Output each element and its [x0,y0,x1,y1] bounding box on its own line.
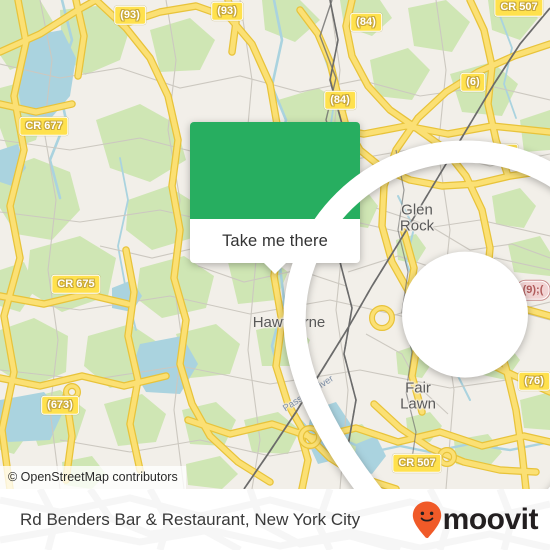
card-footer: Rd Benders Bar & Restaurant, New York Ci… [0,489,550,550]
road-shield: (93) [114,5,146,25]
road-shield: CR 507 [494,0,544,17]
road-shield: (673) [41,395,79,415]
osm-attribution[interactable]: © OpenStreetMap contributors [0,466,186,489]
moovit-smiley-pin-icon [412,501,441,538]
map-popup[interactable]: Take me there [190,122,550,489]
map-pin-icon [283,140,550,489]
moovit-map-card: (93) (93) (84) CR 507 (6) (84) CR 677 (9) (9);(C… [0,0,550,550]
popup-pointer [264,263,286,274]
take-me-there-label: Take me there [222,231,328,250]
popup-image-area [190,122,550,489]
moovit-brand[interactable]: moovit [412,501,539,539]
moovit-wordmark: moovit [442,502,539,536]
road-shield: (84) [324,90,356,110]
road-shield: CR 675 [51,274,101,294]
road-shield: (6) [460,72,486,92]
road-shield: (93) [211,1,243,21]
place-title: Rd Benders Bar & Restaurant, New York Ci… [20,509,361,529]
road-shield: (84) [350,12,382,32]
popup-cta-area[interactable]: Take me there [190,219,360,274]
road-shield: CR 677 [19,116,69,136]
map-canvas[interactable]: (93) (93) (84) CR 507 (6) (84) CR 677 (9) (9);(C… [0,0,550,489]
